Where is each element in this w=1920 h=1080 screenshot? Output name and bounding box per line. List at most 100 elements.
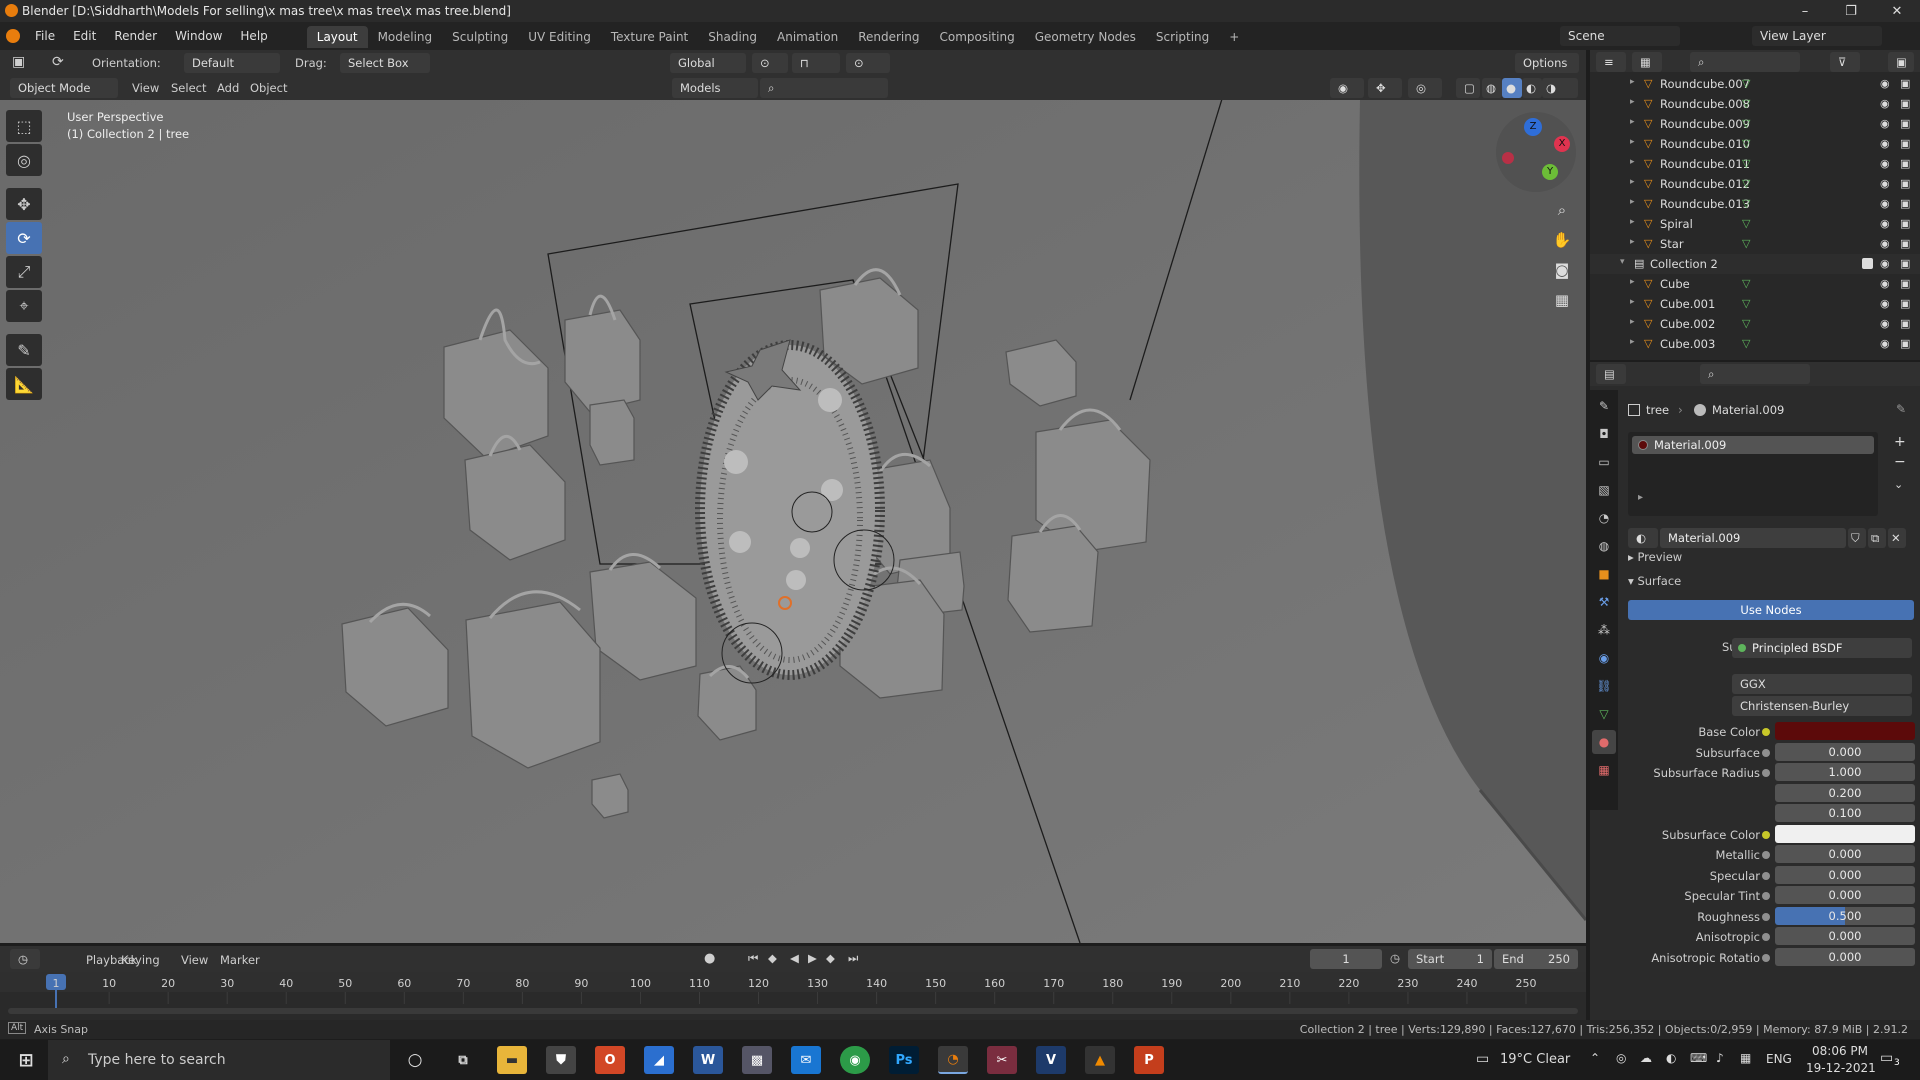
tab-sculpting[interactable]: Sculpting (442, 26, 518, 48)
visibility-eye-icon[interactable]: ◉ (1880, 317, 1890, 330)
ortho-grid-icon[interactable]: ▦ (1548, 286, 1576, 314)
active-tool-icon[interactable]: ⟳ (52, 54, 64, 70)
visibility-eye-icon[interactable]: ◉ (1880, 237, 1890, 250)
play-reverse-icon[interactable]: ◀ (790, 951, 799, 965)
tray-cloud-icon[interactable]: ☁ (1640, 1051, 1652, 1065)
record-icon[interactable]: ● (704, 951, 715, 966)
language-indicator[interactable]: ENG (1766, 1052, 1792, 1066)
visibility-eye-icon[interactable]: ◉ (1880, 277, 1890, 290)
outliner-object-row[interactable]: ▸ ▽ Star ▽ ◉ ▣ (1590, 234, 1920, 254)
socket-dot-icon[interactable] (1762, 831, 1770, 839)
expand-arrow-icon[interactable]: ▸ (1630, 177, 1635, 187)
render-camera-icon[interactable]: ▣ (1900, 277, 1910, 290)
select-box-icon[interactable]: ⬚ (6, 110, 42, 142)
outliner-object-row[interactable]: ▸ ▽ Roundcube.011 ▽ ◉ ▣ (1590, 154, 1920, 174)
visibility-eye-icon[interactable]: ◉ (1880, 77, 1890, 90)
new-collection-icon[interactable]: ▣ (1888, 52, 1914, 72)
subsurface-method-dropdown[interactable]: Christensen-Burley (1732, 696, 1912, 716)
value-field[interactable]: 0.000 (1775, 886, 1915, 904)
render-camera-icon[interactable]: ▣ (1900, 117, 1910, 130)
use-nodes-button[interactable]: Use Nodes (1628, 600, 1914, 620)
render-camera-icon[interactable]: ▣ (1900, 137, 1910, 150)
pan-hand-icon[interactable]: ✋ (1548, 226, 1576, 254)
move-icon[interactable]: ✥ (6, 188, 42, 220)
render-camera-icon[interactable]: ▣ (1900, 297, 1910, 310)
menu-window[interactable]: Window (166, 22, 231, 50)
visibility-dropdown[interactable]: ◉ (1330, 78, 1364, 98)
outliner-editor-type[interactable]: ≡ (1596, 52, 1626, 72)
tab-scripting[interactable]: Scripting (1146, 26, 1219, 48)
tab-animation[interactable]: Animation (767, 26, 848, 48)
scene-selector[interactable]: Scene (1560, 26, 1680, 46)
socket-dot-icon[interactable] (1762, 913, 1770, 921)
collection-checkbox[interactable] (1862, 258, 1873, 269)
properties-editor-type[interactable]: ▤ (1596, 364, 1626, 384)
tab-modeling[interactable]: Modeling (368, 26, 443, 48)
outliner-object-row[interactable]: ▸ ▽ Spiral ▽ ◉ ▣ (1590, 214, 1920, 234)
render-camera-icon[interactable]: ▣ (1900, 177, 1910, 190)
expand-arrow-icon[interactable]: ▸ (1630, 157, 1635, 167)
windows-start-icon[interactable]: ⊞ (6, 1046, 46, 1074)
view-layer-tab-icon[interactable]: ▧ (1592, 478, 1616, 502)
duplicate-material-button[interactable]: ⧉ (1868, 528, 1886, 548)
menu-edit[interactable]: Edit (64, 22, 105, 50)
outliner-object-row[interactable]: ▸ ▽ Roundcube.007 ▽ ◉ ▣ (1590, 74, 1920, 94)
pivot-dropdown[interactable]: ⊙ (752, 53, 788, 73)
view-layer-selector[interactable]: View Layer (1752, 26, 1882, 46)
expand-arrow-icon[interactable]: ▸ (1630, 337, 1635, 347)
next-keyframe-icon[interactable]: ◆ (826, 951, 835, 965)
expand-arrow-icon[interactable]: ▸ (1630, 77, 1635, 87)
value-field[interactable]: 0.200 (1775, 784, 1915, 802)
gizmo-y-axis[interactable]: Y (1542, 164, 1558, 180)
current-frame-field[interactable]: 1 (1310, 949, 1382, 969)
slot-specials-button[interactable]: ⌄ (1894, 478, 1903, 491)
tray-volume-icon[interactable]: ◐ (1666, 1051, 1676, 1065)
visibility-eye-icon[interactable]: ◉ (1880, 97, 1890, 110)
expand-arrow-icon[interactable]: ▸ (1630, 317, 1635, 327)
zoom-icon[interactable]: ⌕ (1548, 196, 1576, 224)
weather-icon[interactable]: ▭ (1476, 1051, 1489, 1067)
render-camera-icon[interactable]: ▣ (1900, 97, 1910, 110)
outliner-object-row[interactable]: ▸ ▽ Cube.003 ▽ ◉ ▣ (1590, 334, 1920, 354)
expand-arrow-icon[interactable]: ▸ (1630, 137, 1635, 147)
expand-list-icon[interactable]: ▸ (1638, 492, 1643, 503)
powerpoint-icon[interactable]: P (1134, 1046, 1164, 1074)
tab-uv-editing[interactable]: UV Editing (518, 26, 601, 48)
pin-icon[interactable]: ✎ (1896, 402, 1906, 416)
outliner-object-row[interactable]: ▸ ▽ Roundcube.009 ▽ ◉ ▣ (1590, 114, 1920, 134)
office-icon[interactable]: O (595, 1046, 625, 1074)
tab-geometry-nodes[interactable]: Geometry Nodes (1025, 26, 1146, 48)
mode-dropdown[interactable]: Object Mode (10, 78, 118, 98)
frame-start-field[interactable]: Start 1 (1408, 949, 1492, 969)
tool-tab-icon[interactable]: ✎ (1592, 394, 1616, 418)
marker-menu[interactable]: Marker (220, 953, 260, 967)
keying-menu[interactable]: Keying (121, 953, 160, 967)
texture-tab-icon[interactable]: ▦ (1592, 758, 1616, 782)
material-browse-button[interactable]: ◐ (1628, 528, 1658, 548)
cursor-icon[interactable]: ◎ (6, 144, 42, 176)
tray-keyboard-icon[interactable]: ⌨ (1690, 1051, 1707, 1065)
minimize-button[interactable]: – (1782, 0, 1828, 22)
shading-wireframe-button[interactable]: ◍ (1482, 78, 1502, 98)
annotate-icon[interactable]: ✎ (6, 334, 42, 366)
tab-compositing[interactable]: Compositing (929, 26, 1024, 48)
outliner-object-row[interactable]: ▸ ▽ Roundcube.008 ▽ ◉ ▣ (1590, 94, 1920, 114)
outliner-object-row[interactable]: ▸ ▽ Roundcube.013 ▽ ◉ ▣ (1590, 194, 1920, 214)
outliner-object-row[interactable]: ▸ ▽ Roundcube.010 ▽ ◉ ▣ (1590, 134, 1920, 154)
notification-icon[interactable]: ▭ (1880, 1050, 1893, 1066)
add-menu[interactable]: Add (217, 81, 239, 95)
store-icon[interactable]: ⛊ (546, 1046, 576, 1074)
display-mode-dropdown[interactable]: ▦ (1632, 52, 1662, 72)
object-tab-icon[interactable]: ■ (1592, 562, 1616, 586)
camera-view-icon[interactable]: ◙ (1548, 256, 1576, 284)
value-field[interactable]: 0.000 (1775, 948, 1915, 966)
tab-layout[interactable]: Layout (306, 26, 368, 48)
outliner-object-row[interactable]: ▸ ▽ Cube.001 ▽ ◉ ▣ (1590, 294, 1920, 314)
expand-arrow-icon[interactable]: ▸ (1630, 197, 1635, 207)
shading-material-button[interactable]: ◐ (1522, 78, 1542, 98)
value-field[interactable]: 0.000 (1775, 743, 1915, 761)
remove-slot-button[interactable]: − (1894, 454, 1906, 470)
filter-icon[interactable]: ⊽ (1830, 52, 1860, 72)
gizmo-z-axis[interactable]: Z (1524, 118, 1542, 136)
visibility-eye-icon[interactable]: ◉ (1880, 157, 1890, 170)
